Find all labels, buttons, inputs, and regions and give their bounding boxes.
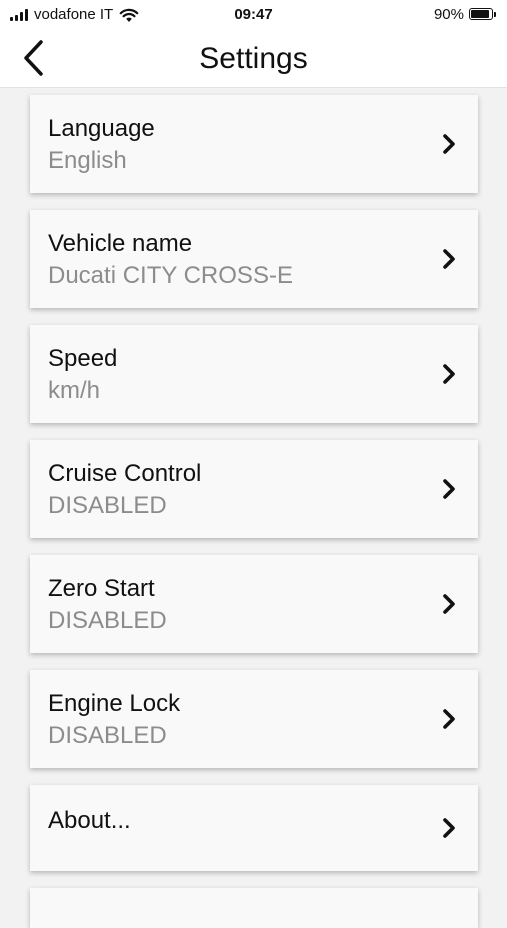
settings-item-engine-lock[interactable]: Engine Lock DISABLED (30, 670, 478, 768)
settings-item-value: DISABLED (48, 722, 167, 749)
settings-item-title: Zero Start (48, 575, 155, 602)
settings-item-vehicle-name[interactable]: Vehicle name Ducati CITY CROSS-E (30, 210, 478, 308)
settings-item-value: English (48, 147, 127, 174)
status-right: 90% (434, 6, 497, 23)
settings-item-title: Language (48, 115, 155, 142)
settings-item-speed[interactable]: Speed km/h (30, 325, 478, 423)
chevron-right-icon (440, 706, 458, 732)
settings-item-value: Ducati CITY CROSS-E (48, 262, 293, 289)
settings-item-value: DISABLED (48, 607, 167, 634)
settings-item-about[interactable]: About... (30, 785, 478, 871)
settings-item-value: DISABLED (48, 492, 167, 519)
page-title: Settings (199, 42, 308, 75)
settings-item-title: Engine Lock (48, 690, 181, 717)
settings-list: Language English Vehicle name Ducati CIT… (30, 95, 478, 928)
settings-item-partial[interactable] (30, 888, 478, 928)
status-bar: vodafone IT 09:47 90% (0, 0, 507, 30)
settings-item-cruise-control[interactable]: Cruise Control DISABLED (30, 440, 478, 538)
status-time: 09:47 (234, 6, 273, 23)
navigation-bar: Settings (0, 30, 507, 88)
settings-item-value: km/h (48, 377, 101, 404)
battery-icon (469, 7, 497, 22)
chevron-right-icon (440, 815, 458, 841)
settings-item-title: Vehicle name (48, 230, 193, 257)
chevron-right-icon (440, 131, 458, 157)
chevron-right-icon (440, 591, 458, 617)
settings-item-title: About... (48, 807, 131, 834)
chevron-right-icon (440, 361, 458, 387)
settings-item-title: Speed (48, 345, 118, 372)
settings-item-language[interactable]: Language English (30, 95, 478, 193)
settings-item-zero-start[interactable]: Zero Start DISABLED (30, 555, 478, 653)
settings-item-title: Cruise Control (48, 460, 202, 487)
chevron-right-icon (440, 476, 458, 502)
battery-percent: 90% (433, 6, 464, 23)
chevron-right-icon (440, 246, 458, 272)
